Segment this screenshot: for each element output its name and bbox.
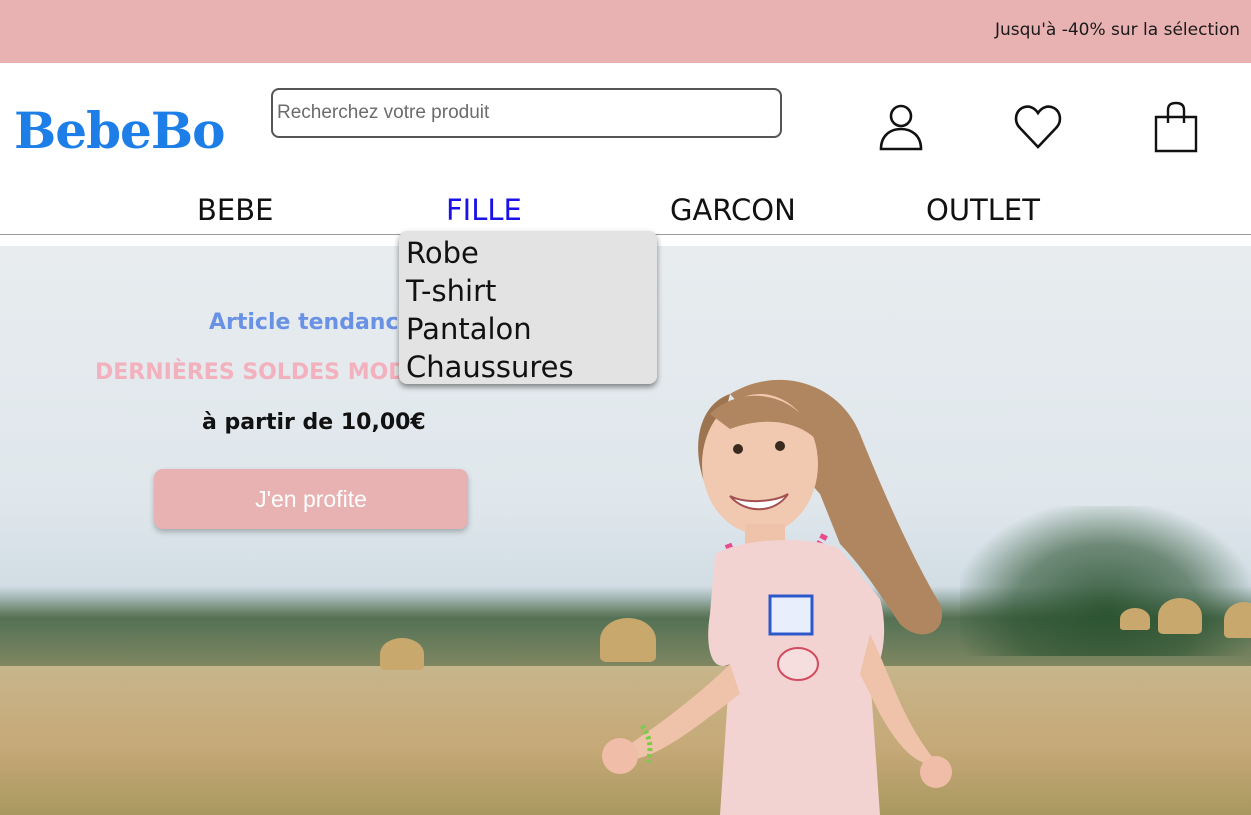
dropdown-item-chaussures[interactable]: Chaussures: [406, 348, 657, 386]
hay-bale: [1120, 608, 1150, 630]
search-input[interactable]: [271, 88, 782, 138]
fille-dropdown-menu: Robe T-shirt Pantalon Chaussures: [399, 231, 657, 384]
nav-item-fille[interactable]: FILLE: [446, 193, 522, 227]
hay-bale: [1224, 602, 1251, 638]
site-header: BebeBo: [0, 63, 1251, 183]
hero-background-trees-right: [960, 506, 1251, 656]
hero-tagline: Article tendance: [209, 310, 414, 335]
cta-button[interactable]: J'en profite: [154, 469, 468, 529]
promo-text: Jusqu'à -40% sur la sélection: [995, 20, 1241, 40]
user-icon[interactable]: [877, 101, 925, 153]
hero-sale-heading: DERNIÈRES SOLDES MODE: [95, 360, 422, 385]
promo-banner: Jusqu'à -40% sur la sélection: [0, 0, 1251, 63]
shopping-bag-icon[interactable]: [1152, 101, 1200, 153]
hero-price: à partir de 10,00€: [202, 410, 426, 435]
dropdown-item-robe[interactable]: Robe: [406, 234, 657, 272]
dropdown-item-pantalon[interactable]: Pantalon: [406, 310, 657, 348]
nav-item-outlet[interactable]: OUTLET: [926, 193, 1040, 227]
hay-bale: [1158, 598, 1202, 634]
heart-icon[interactable]: [1013, 103, 1063, 151]
dropdown-item-tshirt[interactable]: T-shirt: [406, 272, 657, 310]
hay-bale: [380, 638, 424, 670]
nav-item-bebe[interactable]: BEBE: [197, 193, 273, 227]
nav-item-garcon[interactable]: GARCON: [670, 193, 796, 227]
logo[interactable]: BebeBo: [14, 101, 225, 161]
main-nav: BEBE FILLE GARCON OUTLET: [0, 183, 1251, 235]
hero-girl-image: [602, 379, 952, 815]
